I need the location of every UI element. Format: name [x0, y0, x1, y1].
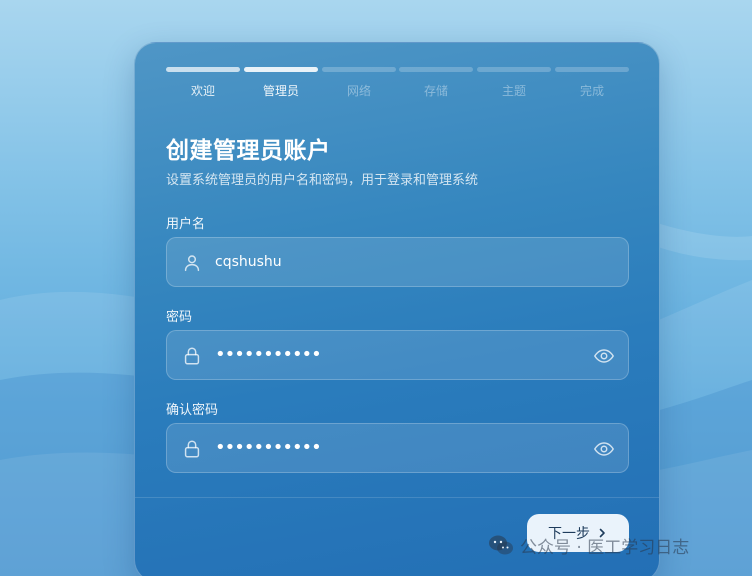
- step-welcome[interactable]: 欢迎: [166, 67, 240, 98]
- step-progress: 欢迎 管理员 网络 存储 主题 完成: [166, 67, 629, 98]
- lock-icon: [184, 440, 200, 458]
- step-finish[interactable]: 完成: [555, 67, 629, 98]
- step-label: 管理员: [262, 84, 299, 98]
- password-field[interactable]: •••••••••••: [166, 330, 629, 380]
- setup-wizard-card: 欢迎 管理员 网络 存储 主题 完成 创建管理员账户 设置系统管理员的用户名和密…: [134, 42, 660, 576]
- step-label: 欢迎: [190, 84, 215, 98]
- confirm-password-field[interactable]: •••••••••••: [166, 423, 629, 473]
- page-title: 创建管理员账户: [166, 138, 331, 164]
- step-bar: [399, 67, 473, 72]
- step-bar: [477, 67, 551, 72]
- user-icon: [184, 255, 200, 272]
- confirm-password-label: 确认密码: [166, 403, 219, 418]
- eye-icon[interactable]: [593, 345, 615, 367]
- eye-icon[interactable]: [593, 438, 615, 460]
- watermark: 公众号 · 医工学习日志: [488, 532, 689, 558]
- footer-divider: [135, 497, 659, 498]
- watermark-text: 公众号 · 医工学习日志: [520, 537, 690, 558]
- username-label: 用户名: [166, 217, 206, 232]
- username-field[interactable]: cqshushu: [166, 237, 629, 287]
- step-label: 主题: [501, 84, 526, 98]
- step-bar: [322, 67, 396, 72]
- confirm-password-value: •••••••••••: [215, 437, 322, 458]
- username-value: cqshushu: [215, 254, 282, 270]
- wechat-icon: [489, 535, 513, 555]
- step-label: 网络: [346, 84, 371, 98]
- lock-icon: [184, 347, 200, 365]
- step-theme[interactable]: 主题: [477, 67, 551, 98]
- page-subtitle: 设置系统管理员的用户名和密码，用于登录和管理系统: [166, 173, 479, 188]
- password-value: •••••••••••: [215, 344, 322, 365]
- step-network[interactable]: 网络: [322, 67, 396, 98]
- step-label: 存储: [423, 84, 448, 98]
- step-storage[interactable]: 存储: [399, 67, 473, 98]
- password-label: 密码: [166, 310, 193, 325]
- step-label: 完成: [579, 84, 604, 98]
- step-bar: [166, 67, 240, 72]
- step-bar: [555, 67, 629, 72]
- step-admin[interactable]: 管理员: [244, 67, 318, 98]
- step-bar: [244, 67, 318, 72]
